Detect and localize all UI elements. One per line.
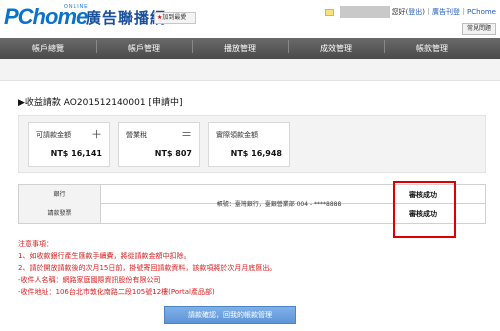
note-line: 2、請於開放請款後的次月15日前，掛號寄回請款資料，該款項將於次月月底匯出。 xyxy=(18,264,277,272)
row-label-invoice: 請款發票 xyxy=(19,204,101,223)
nav-item-account-management[interactable]: 帳戶管理 xyxy=(96,40,192,54)
bank-account-info: 帳號：臺灣銀行，臺銀營業部 004 - ****8888 xyxy=(216,201,342,208)
note-line: 1、如收款銀行產生匯款手續費，將從請款金額中扣除。 xyxy=(18,252,191,260)
card-label: 可請款金額 xyxy=(36,131,71,139)
confirm-claim-button[interactable]: 請款確認，回我的帳款管理 xyxy=(164,306,296,324)
notes: 注意事項： 1、如收款銀行產生匯款手續費，將從請款金額中扣除。 2、請於開放請款… xyxy=(18,238,276,298)
claimable-amount-card: 可請款金額 ＋ NT$ 16,141 xyxy=(28,122,110,167)
card-amount: NT$ 16,141 xyxy=(50,149,102,158)
equals-icon: ＝ xyxy=(181,128,192,141)
logout-link[interactable]: 登出 xyxy=(408,7,422,17)
sub-nav-bar xyxy=(0,59,500,81)
nav-item-performance-management[interactable]: 成效管理 xyxy=(288,40,384,54)
header: PChome ONLINE 廣告聯播網 ★加到最愛 您好 (登出)｜ 廣告刊登 … xyxy=(0,0,500,40)
actual-payout-card: 實際領款金額 NT$ 16,948 xyxy=(208,122,290,167)
message-icon[interactable] xyxy=(324,8,334,16)
logo-online: ONLINE xyxy=(64,4,89,10)
row-label-bank: 銀行 xyxy=(19,185,101,204)
note-line: -收件人名稱：網路家庭國際資訊股份有限公司 xyxy=(18,276,161,284)
business-tax-card: 營業稅 ＝ NT$ 807 xyxy=(118,122,200,167)
nav-item-placement-management[interactable]: 播放管理 xyxy=(192,40,288,54)
main-nav: 帳戶總覽 帳戶管理 播放管理 成效管理 帳款管理 xyxy=(0,38,500,59)
greeting: 您好 xyxy=(391,8,406,16)
add-favorite-label: 加到最愛 xyxy=(162,14,187,21)
username-redacted xyxy=(339,6,390,18)
ad-management-link[interactable]: 廣告刊登 xyxy=(432,7,460,17)
pchome-link[interactable]: PChome xyxy=(467,8,496,16)
plus-icon: ＋ xyxy=(91,128,102,141)
user-bar: 您好 (登出)｜ 廣告刊登 ｜ PChome xyxy=(324,5,496,19)
summary-panel: 可請款金額 ＋ NT$ 16,141 營業稅 ＝ NT$ 807 實際領款金額 … xyxy=(18,115,486,173)
faq-button[interactable]: 常見問題 xyxy=(461,23,496,35)
add-favorite-button[interactable]: ★加到最愛 xyxy=(154,12,196,24)
nav-item-account-overview[interactable]: 帳戶總覽 xyxy=(0,43,96,54)
card-amount: NT$ 807 xyxy=(154,149,192,158)
note-line: -收件地址：106台北市敦化南路二段105號12樓(Portal產品部) xyxy=(18,288,215,296)
highlight-box xyxy=(393,181,456,238)
card-label: 實際領款金額 xyxy=(216,131,258,139)
card-amount: NT$ 16,948 xyxy=(230,149,282,158)
page-title: ▶收益請款 AO201512140001 [申請中] xyxy=(18,98,183,108)
card-label: 營業稅 xyxy=(126,131,147,139)
nav-item-billing-management[interactable]: 帳款管理 xyxy=(384,40,480,54)
notes-heading: 注意事項： xyxy=(18,240,53,248)
